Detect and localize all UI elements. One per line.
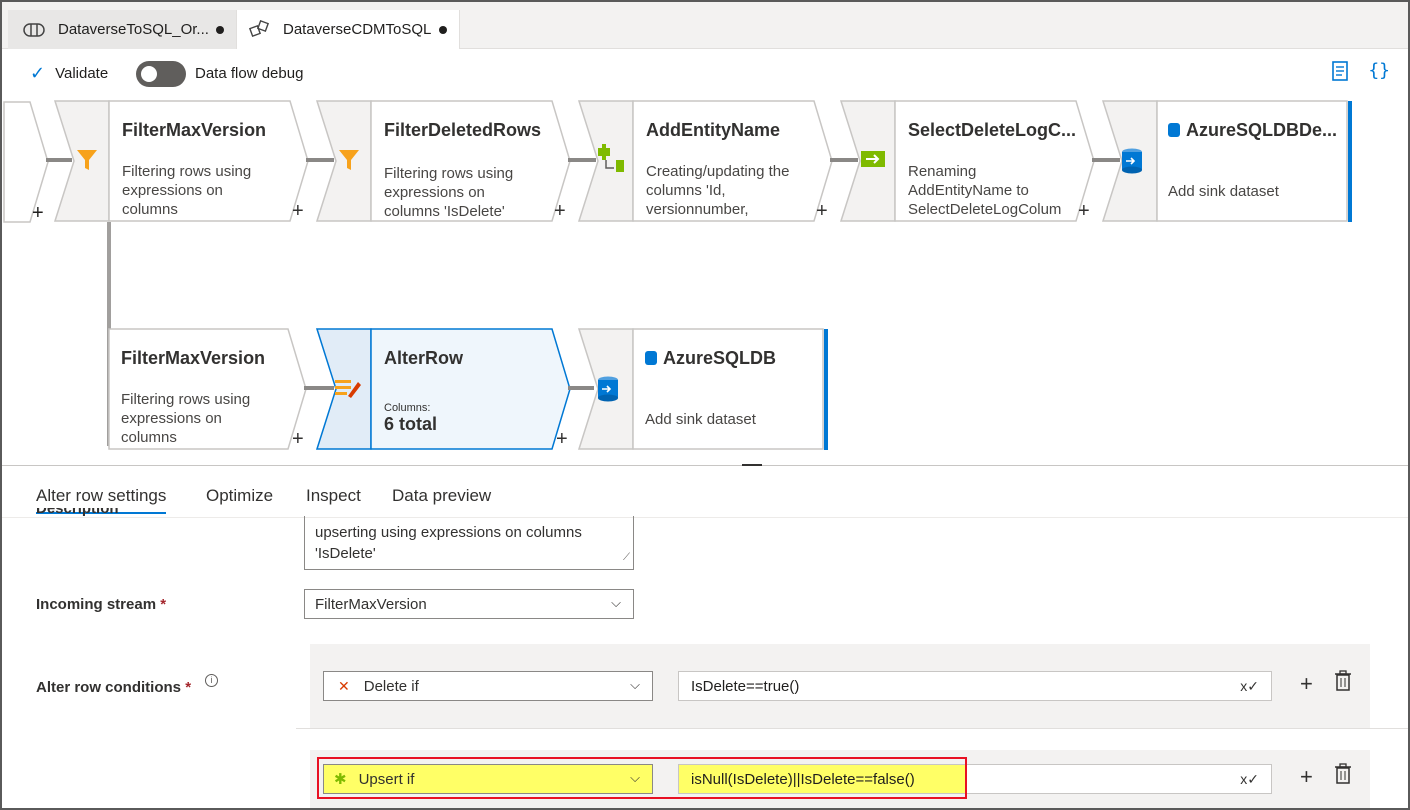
incoming-stream-select[interactable]: FilterMaxVersion ⌵ (304, 589, 634, 619)
node-title-text: AzureSQLDBDe... (1186, 120, 1338, 140)
condition-type-select[interactable]: ✕ Delete if ⌵ (323, 671, 653, 701)
node-description: Renaming AddEntityName to SelectDeleteLo… (908, 163, 1062, 218)
node-description: Filtering rows using expressions on colu… (122, 163, 252, 218)
add-icon[interactable]: + (1300, 764, 1313, 790)
validate-button[interactable]: ✓ Validate (30, 63, 108, 84)
unsaved-dot-icon (439, 26, 447, 34)
info-icon[interactable]: i (205, 674, 218, 687)
columns-value: 6 total (384, 414, 438, 434)
expression-builder-icon[interactable]: x✓ (1240, 771, 1259, 788)
validate-label: Validate (55, 65, 109, 82)
alter-row-conditions-label: Alter row conditions * (36, 679, 192, 696)
condition-row: ✕ Delete if ⌵ IsDelete==true() x✓ + (310, 644, 1370, 728)
tab-pipeline[interactable]: DataverseToSQL_Or... (8, 10, 236, 49)
debug-toggle[interactable] (136, 61, 186, 87)
filter-icon (76, 148, 98, 178)
node-title: FilterDeletedRows (384, 120, 542, 140)
description-label: Description (36, 508, 119, 517)
conditions-label-text: Alter row conditions (36, 679, 182, 696)
node-sink-azuresqldbde[interactable]: AzureSQLDBDe... Add sink dataset (1102, 100, 1352, 222)
resize-grip-icon: ⟋ (623, 552, 630, 563)
settings-panel: Alter row settings Optimize Inspect Data… (2, 466, 1408, 808)
code-braces-icon[interactable]: {} (1368, 60, 1390, 87)
panel-tabs: Alter row settings Optimize Inspect Data… (2, 466, 1408, 518)
columns-label: Columns: (384, 402, 431, 414)
condition-expression[interactable]: IsDelete==true() x✓ (678, 671, 1272, 701)
debug-label: Data flow debug (195, 65, 304, 82)
node-title: AlterRow (384, 348, 464, 368)
incoming-label-text: Incoming stream (36, 596, 157, 613)
node-filtermaxversion-ref[interactable]: FilterMaxVersion Filtering rows using ex… (108, 328, 308, 450)
add-transform-icon[interactable]: + (556, 428, 568, 451)
tab-optimize[interactable]: Optimize (206, 486, 273, 506)
app-frame: DataverseToSQL_Or... DataverseCDMToSQL ✓… (0, 0, 1410, 810)
sql-small-icon (645, 351, 657, 365)
sql-small-icon (1168, 123, 1180, 137)
pipeline-icon (22, 21, 46, 39)
add-transform-icon[interactable]: + (292, 428, 304, 451)
node-title: FilterMaxVersion (122, 120, 267, 140)
node-title: FilterMaxVersion (121, 348, 266, 368)
tab-dataflow[interactable]: DataverseCDMToSQL (236, 10, 460, 49)
dataflow-canvas[interactable]: + FilterMaxVersion Filtering rows using … (2, 98, 1408, 466)
add-transform-icon[interactable]: + (1078, 200, 1090, 223)
toolbar: ✓ Validate Data flow debug {} (2, 50, 1408, 98)
node-title: AddEntityName (646, 120, 781, 140)
dataflow-icon (247, 19, 271, 39)
chevron-down-icon: ⌵ (630, 677, 640, 692)
select-icon (860, 150, 886, 174)
sink-accent-bar (1348, 101, 1352, 222)
node-description: Filtering rows using expressions on colu… (384, 165, 514, 220)
add-transform-icon[interactable]: + (554, 200, 566, 223)
trash-icon[interactable] (1334, 670, 1352, 698)
node-title-text: AzureSQLDB (663, 348, 777, 368)
description-value: upserting using expressions on columns '… (315, 524, 582, 562)
node-description: Add sink dataset (645, 411, 756, 428)
expression-builder-icon[interactable]: x✓ (1240, 678, 1259, 695)
alter-row-icon (334, 376, 362, 406)
node-sink-azuresqldb[interactable]: AzureSQLDB Add sink dataset (578, 328, 828, 450)
add-icon[interactable]: + (1300, 671, 1313, 697)
tab-inspect[interactable]: Inspect (306, 486, 361, 506)
script-icon[interactable] (1330, 60, 1350, 87)
node-title: AzureSQLDB (645, 348, 776, 369)
unsaved-dot-icon (216, 26, 224, 34)
node-addentityname[interactable]: AddEntityName Creating/updating the colu… (578, 100, 834, 222)
tab-label: DataverseToSQL_Or... (58, 21, 209, 38)
node-title: AzureSQLDBDe... (1168, 120, 1337, 141)
divider (296, 728, 1408, 729)
checkmark-icon: ✓ (30, 63, 46, 83)
highlight-box (317, 757, 967, 799)
incoming-stream-value: FilterMaxVersion (315, 595, 427, 613)
condition-type-value: Delete if (363, 677, 419, 695)
add-transform-icon[interactable]: + (32, 202, 44, 225)
node-filterdeletedrows[interactable]: FilterDeletedRows Filtering rows using e… (316, 100, 572, 222)
node-title: SelectDeleteLogC... (908, 120, 1077, 140)
node-description: Add sink dataset (1168, 183, 1279, 200)
filter-icon (338, 148, 360, 178)
chevron-down-icon: ⌵ (611, 595, 621, 610)
description-textarea[interactable]: upserting using expressions on columns '… (304, 516, 634, 570)
sql-db-icon (1120, 148, 1144, 180)
tab-label: DataverseCDMToSQL (283, 21, 432, 38)
node-alterrow[interactable]: AlterRow Columns: 6 total + (316, 328, 572, 450)
tab-bar: DataverseToSQL_Or... DataverseCDMToSQL (2, 2, 1408, 49)
derived-column-icon (596, 144, 626, 180)
node-filtermaxversion[interactable]: FilterMaxVersion Filtering rows using ex… (54, 100, 310, 222)
add-transform-icon[interactable]: + (816, 200, 828, 223)
trash-icon[interactable] (1334, 763, 1352, 791)
delete-x-icon: ✕ (338, 677, 350, 694)
node-description: Filtering rows using expressions on colu… (121, 391, 251, 446)
node-description: Creating/updating the columns 'Id, versi… (646, 163, 790, 218)
sql-db-icon (596, 376, 620, 408)
node-selectdeletelog[interactable]: SelectDeleteLogC... Renaming AddEntityNa… (840, 100, 1096, 222)
incoming-stream-label: Incoming stream * (36, 596, 167, 613)
sink-accent-bar (824, 329, 828, 450)
expression-value: IsDelete==true() (691, 677, 800, 695)
add-transform-icon[interactable]: + (292, 200, 304, 223)
tab-data-preview[interactable]: Data preview (392, 486, 491, 506)
